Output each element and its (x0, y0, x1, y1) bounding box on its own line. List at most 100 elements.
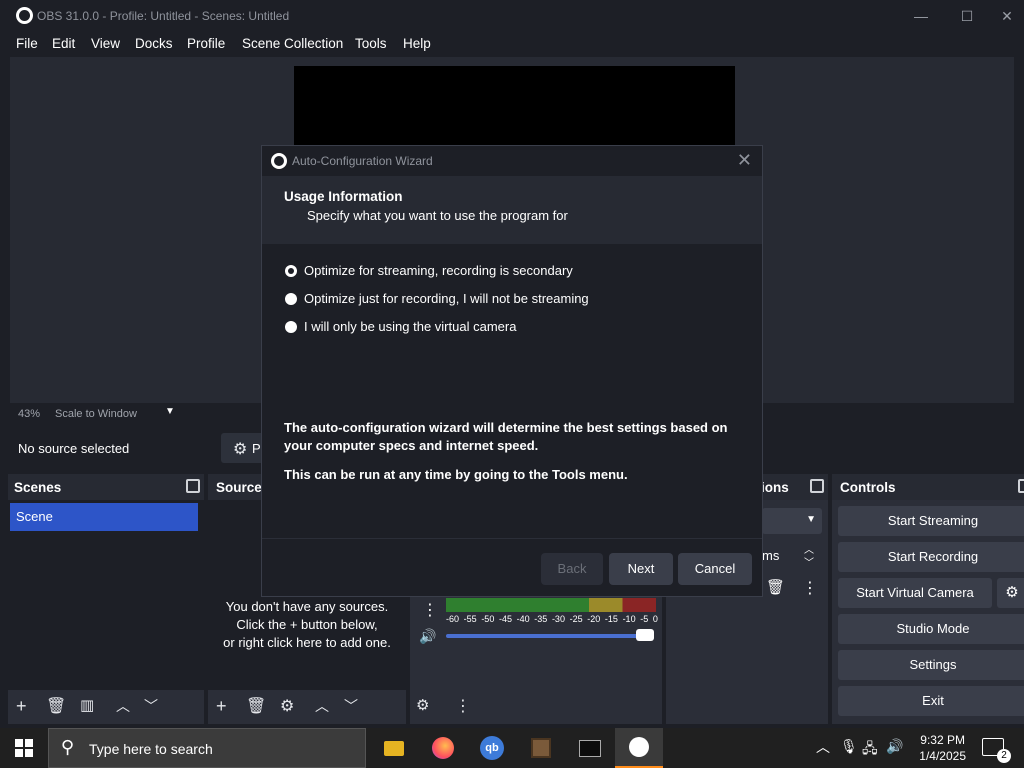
option-virtual-camera[interactable]: I will only be using the virtual camera (285, 319, 516, 334)
add-icon[interactable]: + (216, 696, 227, 717)
menu-bar: File Edit View Docks Profile Scene Colle… (0, 31, 1024, 57)
windows-taskbar: ⚲ Type here to search qb ︿ 🎙 🖧 🔊 9:32 PM… (0, 728, 1024, 768)
start-recording-button[interactable]: Start Recording (838, 542, 1024, 572)
option-streaming-label: Optimize for streaming, recording is sec… (304, 263, 573, 278)
folder-icon (384, 740, 404, 756)
menu-profile[interactable]: Profile (187, 36, 225, 51)
option-recording[interactable]: Optimize just for recording, I will not … (285, 291, 589, 306)
settings-button[interactable]: Settings (838, 650, 1024, 680)
scenes-toolbar: + 🗑 ▥ ︿ ﹀ (8, 690, 204, 724)
menu-help[interactable]: Help (403, 36, 431, 51)
minimize-button[interactable]: — (898, 4, 944, 28)
audio-mixer-toolbar: ⚙ ⋮ (410, 690, 662, 724)
radio-checked-icon[interactable] (285, 264, 297, 277)
option-streaming[interactable]: Optimize for streaming, recording is sec… (285, 263, 573, 278)
menu-tools[interactable]: Tools (355, 36, 387, 51)
gear-icon[interactable]: ⚙ (280, 696, 294, 716)
scene-item[interactable]: Scene (10, 503, 198, 531)
menu-docks[interactable]: Docks (135, 36, 173, 51)
search-icon: ⚲ (61, 737, 75, 757)
notification-badge: 2 (997, 749, 1011, 763)
taskbar-search-box[interactable]: ⚲ Type here to search (48, 728, 366, 768)
wizard-heading: Usage Information (284, 189, 403, 204)
radio-icon[interactable] (285, 320, 297, 333)
taskbar-terminal[interactable] (566, 728, 614, 768)
properties-button[interactable]: ⚙ Pr (221, 433, 265, 463)
qbittorrent-icon: qb (480, 736, 504, 760)
auto-config-wizard-dialog: Auto-Configuration Wizard ✕ Usage Inform… (261, 145, 763, 597)
volume-slider[interactable] (446, 634, 652, 638)
obs-logo-icon (271, 153, 287, 169)
controls-title: Controls (840, 480, 896, 495)
wizard-tools-menu-text: This can be run at any time by going to … (284, 467, 628, 482)
taskbar-qbittorrent[interactable]: qb (468, 728, 516, 768)
filter-icon[interactable]: ▥ (80, 696, 94, 714)
cancel-button[interactable]: Cancel (678, 553, 752, 585)
advanced-audio-icon[interactable]: ⚙ (416, 696, 429, 714)
taskbar-minecraft[interactable] (517, 728, 565, 768)
close-button[interactable]: ✕ (984, 4, 1024, 28)
wizard-body: Optimize for streaming, recording is sec… (262, 244, 762, 538)
menu-file[interactable]: File (16, 36, 38, 51)
undock-icon[interactable] (810, 479, 824, 493)
more-icon[interactable]: ⋮ (455, 696, 471, 716)
back-button[interactable]: Back (541, 553, 603, 585)
menu-scene-collection[interactable]: Scene Collection (242, 36, 343, 51)
more-icon[interactable]: ⋮ (422, 600, 438, 620)
move-up-icon[interactable]: ︿ (315, 696, 329, 716)
duration-unit: ms (762, 548, 780, 563)
start-button[interactable] (0, 728, 48, 768)
undock-icon[interactable] (186, 479, 200, 493)
close-icon[interactable]: ✕ (737, 150, 752, 171)
move-up-icon[interactable]: ︿ (116, 696, 130, 716)
taskbar-obs[interactable] (615, 728, 663, 768)
trash-icon[interactable]: 🗑 (766, 578, 785, 596)
network-icon[interactable]: 🖧 (862, 738, 878, 762)
volume-icon[interactable]: 🔊 (886, 738, 903, 755)
duration-spinbox[interactable]: ms ︿ ﹀ (762, 542, 822, 569)
taskbar-firefox[interactable] (419, 728, 467, 768)
zoom-level: 43% (18, 408, 41, 420)
taskbar-clock[interactable]: 9:32 PM 1/4/2025 (919, 732, 966, 764)
trash-icon[interactable]: 🗑 (46, 696, 66, 716)
radio-icon[interactable] (285, 292, 297, 305)
more-icon[interactable]: ⋮ (802, 578, 818, 598)
virtual-camera-settings-button[interactable]: ⚙ (997, 578, 1024, 608)
notification-center-icon[interactable]: 2 (982, 738, 1011, 763)
start-virtual-camera-button[interactable]: Start Virtual Camera (838, 578, 992, 608)
controls-header: Controls (832, 474, 1024, 500)
controls-body: Start Streaming Start Recording Start Vi… (832, 500, 1024, 724)
menu-edit[interactable]: Edit (52, 36, 75, 51)
undock-icon[interactable] (1018, 479, 1024, 493)
option-virtual-camera-label: I will only be using the virtual camera (304, 319, 517, 334)
volume-slider-handle[interactable] (636, 629, 654, 641)
firefox-icon (432, 737, 454, 759)
transition-select[interactable]: ▼ (762, 508, 822, 534)
search-placeholder: Type here to search (89, 741, 213, 757)
clock-time: 9:32 PM (920, 733, 965, 747)
exit-button[interactable]: Exit (838, 686, 1024, 716)
add-icon[interactable]: + (16, 696, 27, 717)
scale-mode-select[interactable]: Scale to Window (55, 408, 137, 420)
scenes-title: Scenes (14, 480, 62, 495)
gear-icon: ⚙ (233, 441, 248, 458)
move-down-icon[interactable]: ﹀ (144, 696, 158, 716)
minecraft-icon (531, 738, 551, 758)
start-streaming-button[interactable]: Start Streaming (838, 506, 1024, 536)
terminal-icon (579, 739, 601, 757)
chevron-down-icon[interactable]: ﹀ (804, 554, 814, 569)
chevron-up-icon[interactable]: ︿ (816, 737, 830, 757)
audio-level-meter (446, 598, 656, 612)
scenes-list[interactable]: Scene (8, 500, 204, 690)
speaker-icon[interactable]: 🔊 (419, 628, 436, 645)
studio-mode-button[interactable]: Studio Mode (838, 614, 1024, 644)
microphone-icon[interactable]: 🎙 (840, 738, 858, 755)
menu-view[interactable]: View (91, 36, 120, 51)
next-button[interactable]: Next (609, 553, 673, 585)
move-down-icon[interactable]: ﹀ (344, 696, 358, 716)
taskbar-file-explorer[interactable] (370, 728, 418, 768)
chevron-down-icon[interactable]: ▼ (165, 406, 175, 417)
trash-icon[interactable]: 🗑 (246, 696, 266, 716)
scenes-dock: Scenes Scene + 🗑 ▥ ︿ ﹀ (8, 474, 204, 724)
gear-icon: ⚙ (1005, 584, 1019, 601)
